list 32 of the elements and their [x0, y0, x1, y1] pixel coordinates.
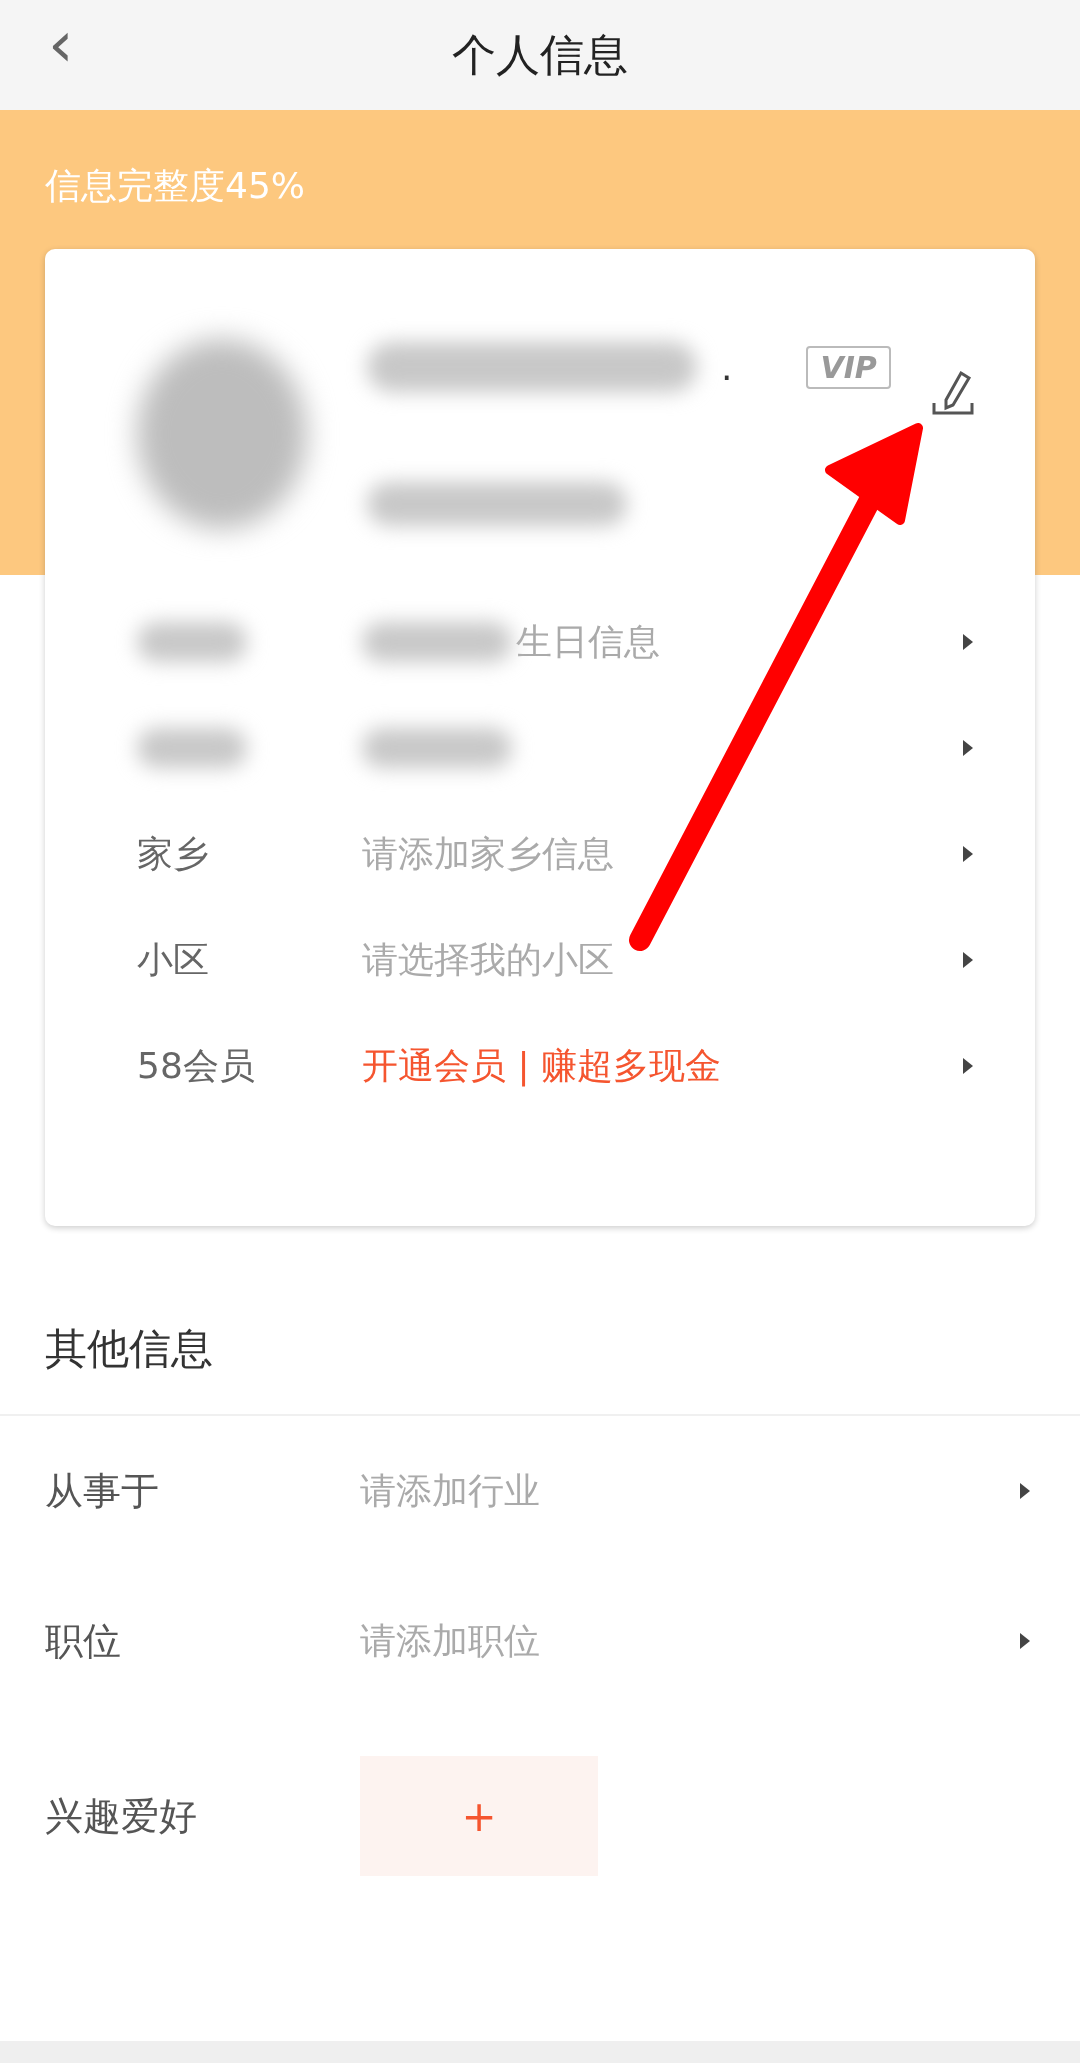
vip-badge: VIP [806, 345, 891, 389]
caret-icon [961, 738, 975, 758]
caret-icon [961, 950, 975, 970]
info-row[interactable]: 小区 请选择我的小区 [137, 907, 975, 1013]
row-label: 兴趣爱好 [45, 1792, 198, 1840]
row-label: 职位 [45, 1617, 122, 1665]
edit-icon[interactable] [931, 369, 975, 417]
row-label: 从事于 [45, 1467, 160, 1515]
row-label: 小区 [137, 937, 210, 982]
row-value: 开通会员 | 赚超多现金 [362, 1043, 721, 1089]
caret-icon [1018, 1631, 1032, 1651]
section-title: 其他信息 [0, 1221, 1080, 1416]
info-row[interactable]: 职位 请添加职位 [0, 1566, 1080, 1716]
info-row[interactable]: 从事于 请添加行业 [0, 1416, 1080, 1566]
back-button[interactable]: ‹ [48, 12, 74, 76]
caret-icon [961, 844, 975, 864]
caret-icon [961, 632, 975, 652]
page-title: 个人信息 [452, 27, 628, 82]
row-value: 生日信息 [516, 619, 660, 664]
name-text: . [721, 346, 733, 388]
info-row[interactable]: 家乡 请添加家乡信息 [137, 801, 975, 907]
row-value: 请添加行业 [360, 1468, 540, 1513]
add-button[interactable]: + [360, 1756, 598, 1876]
caret-icon [961, 1056, 975, 1076]
row-value: 请添加职位 [360, 1618, 540, 1663]
info-row[interactable]: 58会员 开通会员 | 赚超多现金 [137, 1013, 975, 1119]
row-label: 58会员 [137, 1043, 256, 1088]
row-value: 请添加家乡信息 [362, 831, 614, 876]
row-label: 家乡 [137, 831, 210, 876]
caret-icon [1018, 1481, 1032, 1501]
completeness-text: 信息完整度45% [45, 164, 306, 208]
row-value: 请选择我的小区 [362, 937, 614, 982]
